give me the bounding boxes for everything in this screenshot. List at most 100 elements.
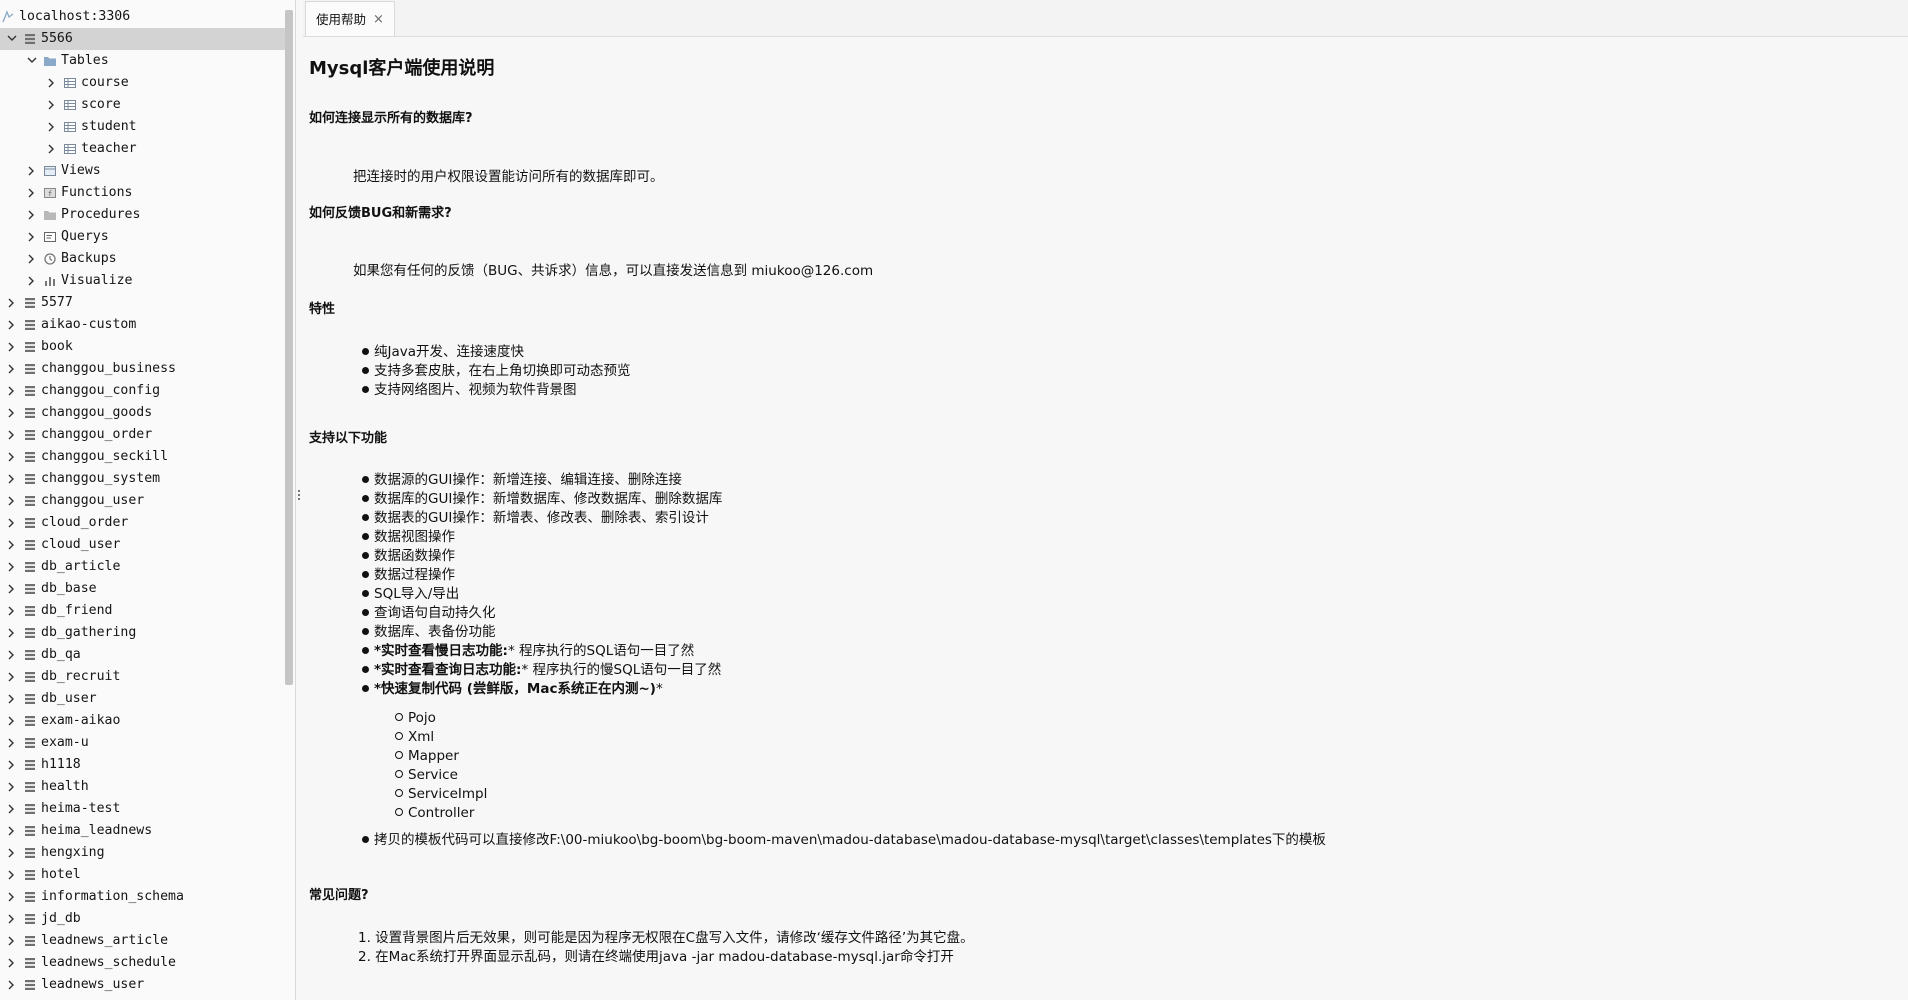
tree-item-database[interactable]: changgou_seckill: [0, 446, 285, 468]
tree-item-database[interactable]: db_user: [0, 688, 285, 710]
chevron-right-icon[interactable]: [5, 754, 17, 776]
chevron-right-icon[interactable]: [25, 226, 37, 248]
chevron-right-icon[interactable]: [45, 116, 57, 138]
chevron-right-icon[interactable]: [5, 512, 17, 534]
tree-item-database[interactable]: db_friend: [0, 600, 285, 622]
tree-item-table[interactable]: score: [0, 94, 285, 116]
chevron-right-icon[interactable]: [25, 204, 37, 226]
tree-item-database[interactable]: heima_leadnews: [0, 820, 285, 842]
tree-item-folder-querys[interactable]: Querys: [0, 226, 285, 248]
chevron-right-icon[interactable]: [5, 666, 17, 688]
panel-splitter-handle[interactable]: [297, 490, 301, 504]
tree-item-database[interactable]: heima-test: [0, 798, 285, 820]
tree-item-database[interactable]: book: [0, 336, 285, 358]
chevron-right-icon[interactable]: [5, 688, 17, 710]
chevron-right-icon[interactable]: [5, 886, 17, 908]
chevron-right-icon[interactable]: [5, 952, 17, 974]
chevron-right-icon[interactable]: [5, 864, 17, 886]
chevron-right-icon[interactable]: [5, 336, 17, 358]
chevron-right-icon[interactable]: [5, 358, 17, 380]
chevron-right-icon[interactable]: [5, 710, 17, 732]
tree-item-database[interactable]: changgou_user: [0, 490, 285, 512]
database-icon: [23, 692, 37, 706]
chevron-right-icon[interactable]: [5, 776, 17, 798]
tree-item-connection[interactable]: localhost:3306: [0, 6, 285, 28]
chevron-right-icon[interactable]: [5, 578, 17, 600]
tree-item-database[interactable]: changgou_order: [0, 424, 285, 446]
chevron-right-icon[interactable]: [5, 446, 17, 468]
chevron-right-icon[interactable]: [25, 182, 37, 204]
tree-item-table[interactable]: teacher: [0, 138, 285, 160]
tree-item-database[interactable]: db_recruit: [0, 666, 285, 688]
chevron-right-icon[interactable]: [5, 556, 17, 578]
tree-item-database[interactable]: cloud_user: [0, 534, 285, 556]
chevron-down-icon[interactable]: [25, 50, 37, 72]
tree-item-database[interactable]: db_gathering: [0, 622, 285, 644]
tree-item-database[interactable]: changgou_goods: [0, 402, 285, 424]
tree-item-label: heima-test: [41, 801, 121, 816]
chevron-right-icon[interactable]: [5, 732, 17, 754]
chevron-right-icon[interactable]: [5, 820, 17, 842]
tree-item-database[interactable]: exam-aikao: [0, 710, 285, 732]
chevron-right-icon[interactable]: [5, 930, 17, 952]
tree-item-folder-visualize[interactable]: Visualize: [0, 270, 285, 292]
tree-item-database[interactable]: cloud_order: [0, 512, 285, 534]
chevron-down-icon[interactable]: [5, 28, 17, 50]
tree-item-database[interactable]: jd_db: [0, 908, 285, 930]
chevron-right-icon[interactable]: [25, 270, 37, 292]
tree-scrollbar[interactable]: [285, 10, 293, 685]
tree-item-database[interactable]: db_qa: [0, 644, 285, 666]
tree-item-folder-backups[interactable]: Backups: [0, 248, 285, 270]
tree-item-database[interactable]: hengxing: [0, 842, 285, 864]
chevron-right-icon[interactable]: [45, 94, 57, 116]
tree-item-database[interactable]: health: [0, 776, 285, 798]
tree-item-database[interactable]: changgou_business: [0, 358, 285, 380]
chevron-right-icon[interactable]: [5, 908, 17, 930]
tree-item-database[interactable]: db_base: [0, 578, 285, 600]
database-icon: [23, 978, 37, 992]
chevron-right-icon[interactable]: [5, 534, 17, 556]
chevron-right-icon[interactable]: [45, 138, 57, 160]
chevron-right-icon[interactable]: [5, 490, 17, 512]
chevron-right-icon[interactable]: [5, 468, 17, 490]
tab-help[interactable]: 使用帮助 ×: [305, 1, 395, 36]
chevron-right-icon[interactable]: [5, 292, 17, 314]
tree-item-database[interactable]: leadnews_user: [0, 974, 285, 996]
tree-item-database[interactable]: leadnews_article: [0, 930, 285, 952]
chevron-right-icon[interactable]: [45, 72, 57, 94]
chevron-right-icon[interactable]: [5, 644, 17, 666]
tree-item-table[interactable]: course: [0, 72, 285, 94]
tree-item-tables-folder[interactable]: Tables: [0, 50, 285, 72]
tree-item-database[interactable]: changgou_system: [0, 468, 285, 490]
tree-item-database[interactable]: changgou_config: [0, 380, 285, 402]
views-icon: [43, 164, 57, 178]
chevron-right-icon[interactable]: [5, 974, 17, 996]
tree-item-database[interactable]: db_article: [0, 556, 285, 578]
tree-item-folder-procedures[interactable]: Procedures: [0, 204, 285, 226]
tree-item-database[interactable]: exam-u: [0, 732, 285, 754]
chevron-right-icon[interactable]: [5, 798, 17, 820]
tree-item-database[interactable]: aikao-custom: [0, 314, 285, 336]
tree-item-database[interactable]: 5577: [0, 292, 285, 314]
tree-item-database[interactable]: information_schema: [0, 886, 285, 908]
tree-item-database[interactable]: leadnews_schedule: [0, 952, 285, 974]
chevron-right-icon[interactable]: [5, 424, 17, 446]
list-item: 数据视图操作: [362, 528, 722, 547]
chevron-right-icon[interactable]: [5, 622, 17, 644]
tree-item-label: db_article: [41, 559, 121, 574]
close-icon[interactable]: ×: [373, 2, 384, 38]
tree-item-database[interactable]: hotel: [0, 864, 285, 886]
chevron-right-icon[interactable]: [25, 248, 37, 270]
tree-item-folder-views[interactable]: Views: [0, 160, 285, 182]
tree-item-database[interactable]: h1118: [0, 754, 285, 776]
chevron-right-icon[interactable]: [5, 842, 17, 864]
chevron-right-icon[interactable]: [5, 380, 17, 402]
chevron-right-icon[interactable]: [5, 402, 17, 424]
tree-item-label: heima_leadnews: [41, 823, 153, 838]
chevron-right-icon[interactable]: [5, 314, 17, 336]
tree-item-table[interactable]: student: [0, 116, 285, 138]
chevron-right-icon[interactable]: [25, 160, 37, 182]
tree-item-folder-functions[interactable]: f Functions: [0, 182, 285, 204]
tree-item-database[interactable]: 5566: [0, 28, 285, 50]
chevron-right-icon[interactable]: [5, 600, 17, 622]
